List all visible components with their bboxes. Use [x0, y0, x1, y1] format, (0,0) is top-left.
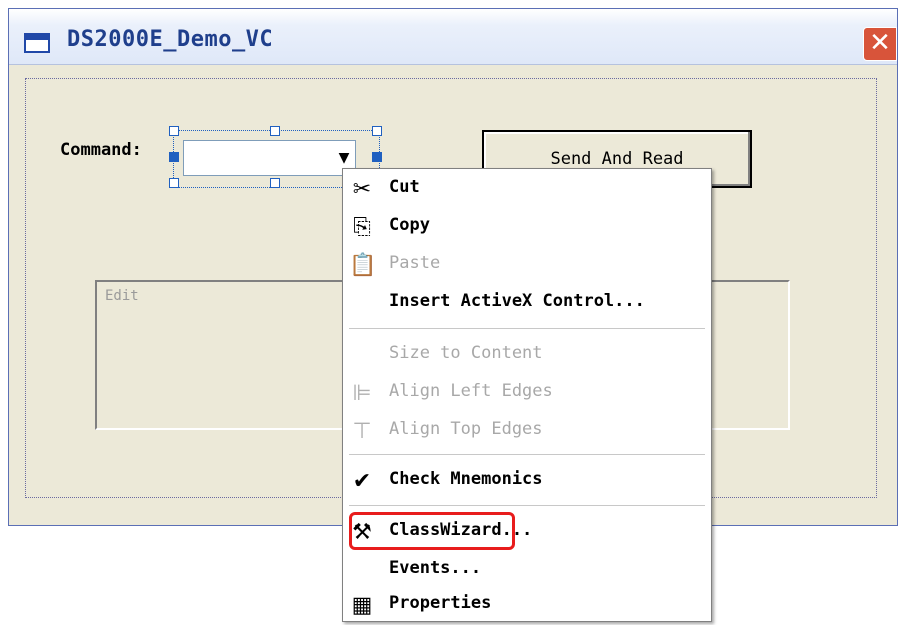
align-left-icon: ⊫ [352, 381, 372, 406]
close-button[interactable]: ✕ [863, 27, 897, 61]
paste-icon: 📋 [349, 253, 377, 278]
scissors-icon: ✂ [352, 177, 372, 202]
menu-item-check-mnemonics[interactable]: ✔ Check Mnemonics [343, 463, 711, 501]
menu-item-label: Align Top Edges [389, 419, 543, 439]
menu-item-label: Copy [389, 215, 430, 235]
window-title: DS2000E_Demo_VC [67, 27, 274, 52]
align-top-icon: ⊤ [352, 419, 372, 444]
menu-item-label: Size to Content [389, 343, 543, 363]
menu-separator [349, 328, 705, 329]
check-icon: ✔ [352, 469, 372, 494]
context-menu: ✂ Cut ⎘ Copy 📋 Paste Insert ActiveX Cont… [342, 168, 712, 622]
resize-handle[interactable] [372, 126, 382, 136]
title-bar[interactable]: DS2000E_Demo_VC ✕ [9, 9, 897, 65]
menu-item-paste[interactable]: 📋 Paste [343, 247, 711, 285]
resize-handle[interactable] [169, 152, 179, 162]
menu-item-label: Paste [389, 253, 441, 273]
menu-item-cut[interactable]: ✂ Cut [343, 171, 711, 209]
resize-handle[interactable] [372, 152, 382, 162]
menu-item-events[interactable]: Events... [343, 552, 711, 590]
resize-handle[interactable] [270, 126, 280, 136]
menu-item-label: Align Left Edges [389, 381, 553, 401]
edit-label: Edit [105, 288, 139, 304]
menu-item-align-left[interactable]: ⊫ Align Left Edges [343, 375, 711, 413]
resize-handle[interactable] [169, 178, 179, 188]
menu-item-properties[interactable]: ▦ Properties [343, 587, 711, 625]
menu-item-label: Properties [389, 593, 492, 613]
window-icon [24, 33, 50, 53]
menu-item-size-to-content[interactable]: Size to Content [343, 337, 711, 375]
menu-item-copy[interactable]: ⎘ Copy [343, 209, 711, 247]
menu-item-label: Insert ActiveX Control... [389, 291, 645, 311]
resize-handle[interactable] [169, 126, 179, 136]
command-label: Command: [60, 140, 142, 160]
menu-item-label: Events... [389, 558, 482, 578]
classwizard-highlight-box [349, 512, 515, 550]
menu-item-align-top[interactable]: ⊤ Align Top Edges [343, 413, 711, 451]
properties-icon: ▦ [351, 593, 373, 618]
menu-separator [349, 505, 705, 506]
menu-separator [349, 454, 705, 455]
resize-handle[interactable] [270, 178, 280, 188]
menu-item-insert-activex[interactable]: Insert ActiveX Control... [343, 285, 711, 323]
menu-item-label: Cut [389, 177, 420, 197]
menu-item-label: Check Mnemonics [389, 469, 543, 489]
copy-icon: ⎘ [353, 215, 371, 240]
